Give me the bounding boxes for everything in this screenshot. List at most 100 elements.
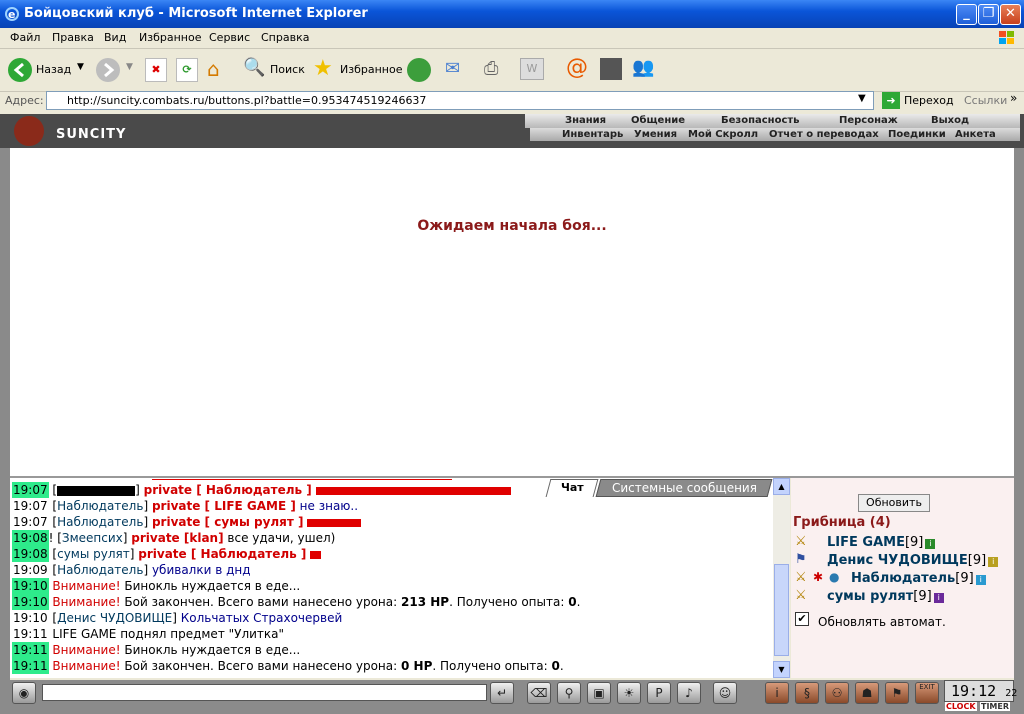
chat-nick[interactable]: Змеепсих (62, 531, 123, 545)
forward-arrow-icon[interactable] (96, 58, 120, 82)
chat-scrollbar[interactable]: ▲ ▼ (773, 478, 790, 678)
private-tag[interactable]: private [ LIFE GAME ] (152, 499, 296, 513)
clock-seconds: 22 (1005, 688, 1018, 699)
nav-character[interactable]: Персонаж (839, 115, 898, 126)
redacted-nick (57, 485, 136, 496)
chat-nick[interactable]: Денис ЧУДОВИЩЕ (57, 611, 172, 625)
private-tag[interactable]: private [ Наблюдатель ] (144, 483, 312, 497)
quest-icon[interactable]: § (795, 682, 819, 704)
research-icon[interactable] (600, 58, 622, 80)
print-icon[interactable]: ⎙ (484, 58, 508, 80)
clock-label[interactable]: CLOCK (945, 702, 977, 711)
go-arrow-icon[interactable]: ➜ (882, 92, 900, 109)
group-icon[interactable]: ⚇ (825, 682, 849, 704)
chat-nick[interactable]: сумы рулят (57, 547, 130, 561)
history-icon[interactable] (407, 58, 431, 82)
maximize-button[interactable]: ❐ (978, 4, 999, 25)
search-icon[interactable]: 🔍 (243, 57, 267, 81)
sound-icon[interactable]: ♪ (677, 682, 701, 704)
refresh-button[interactable]: Обновить (858, 494, 930, 512)
favorites-star-icon[interactable]: ★ (313, 56, 337, 81)
exit-icon[interactable]: EXIT (915, 682, 939, 704)
nav-skills[interactable]: Умения (634, 129, 677, 140)
window-title-bar: e Бойцовский клуб - Microsoft Internet E… (0, 0, 1024, 28)
nav-transfer-report[interactable]: Отчет о переводах (769, 129, 879, 140)
chat-mode-icon[interactable]: ◉ (12, 682, 36, 704)
back-arrow-icon[interactable] (8, 58, 32, 82)
edit-icon[interactable]: W (520, 58, 544, 80)
activity-icon[interactable]: ☀ (617, 682, 641, 704)
smiley-icon[interactable]: ☺ (713, 682, 737, 704)
home-icon[interactable]: ⌂ (207, 57, 231, 81)
go-button-label[interactable]: Переход (904, 94, 954, 107)
game-header: SUNCITY Знания Общение Безопасность Перс… (0, 114, 1024, 148)
forward-dropdown-icon[interactable]: ▼ (126, 62, 133, 72)
user-row: сумы рулят[9] i (827, 589, 944, 604)
info-icon[interactable]: i (765, 682, 789, 704)
favorites-button-label[interactable]: Избранное (340, 63, 402, 76)
links-label[interactable]: Ссылки (964, 94, 1007, 107)
nav-security[interactable]: Безопасность (721, 115, 800, 126)
flag-icon[interactable]: ⚑ (885, 682, 909, 704)
tab-system-messages[interactable]: Системные сообщения (595, 479, 773, 497)
friends-icon[interactable]: ☗ (855, 682, 879, 704)
clear-icon[interactable]: ⌫ (527, 682, 551, 704)
back-dropdown-icon[interactable]: ▼ (77, 62, 84, 72)
private-tag[interactable]: private [klan] (131, 531, 223, 545)
scroll-thumb[interactable] (774, 564, 789, 656)
back-button-label[interactable]: Назад (36, 63, 71, 76)
stop-icon[interactable]: ✖ (145, 58, 167, 82)
nav-communication[interactable]: Общение (631, 115, 685, 126)
chat-nick[interactable]: Наблюдатель (57, 515, 143, 529)
user-info-icon[interactable]: i (975, 575, 986, 585)
chevron-right-icon[interactable]: » (1010, 91, 1017, 105)
timer-label[interactable]: TIMER (980, 702, 1011, 711)
tab-chat[interactable]: Чат (545, 479, 599, 497)
clan-badge-icon: ⚔ (795, 570, 807, 585)
user-info-icon[interactable]: i (988, 557, 999, 567)
address-dropdown-icon[interactable]: ▼ (858, 93, 866, 104)
scroll-up-icon[interactable]: ▲ (773, 478, 790, 495)
clan-badge-icon: ⚑ (795, 552, 807, 567)
private-tag[interactable]: private [ Наблюдатель ] (138, 547, 306, 561)
private-mode-icon[interactable]: P (647, 682, 671, 704)
menu-tools[interactable]: Сервис (209, 31, 250, 44)
menu-help[interactable]: Справка (261, 31, 309, 44)
user-info-icon[interactable]: i (933, 593, 944, 603)
auto-refresh-checkbox[interactable]: ✔ (795, 612, 809, 626)
nav-knowledge[interactable]: Знания (565, 115, 606, 126)
address-input[interactable]: http://suncity.combats.ru/buttons.pl?bat… (46, 91, 874, 110)
scroll-down-icon[interactable]: ▼ (773, 661, 790, 678)
menu-edit[interactable]: Правка (52, 31, 94, 44)
search-button-label[interactable]: Поиск (270, 63, 305, 76)
nav-battles[interactable]: Поединки (888, 129, 946, 140)
mail-icon[interactable]: ✉ (445, 58, 469, 80)
chat-line: 19:07 [] private [ Наблюдатель ] (12, 482, 511, 498)
chat-nick[interactable]: Наблюдатель (57, 499, 143, 513)
save-log-icon[interactable]: ▣ (587, 682, 611, 704)
user-name[interactable]: Денис ЧУДОВИЩЕ (827, 553, 968, 568)
minimize-button[interactable]: _ (956, 4, 977, 25)
user-name[interactable]: LIFE GAME (827, 535, 905, 550)
right-frame-border (1014, 148, 1024, 680)
chat-nick[interactable]: Наблюдатель (57, 563, 143, 577)
chat-input[interactable] (42, 684, 487, 701)
nav-profile[interactable]: Анкета (955, 129, 996, 140)
close-button[interactable]: ✕ (1000, 4, 1021, 25)
menu-view[interactable]: Вид (104, 31, 126, 44)
send-icon[interactable]: ↵ (490, 682, 514, 704)
messenger-at-icon[interactable]: @ (566, 55, 590, 80)
nav-inventory[interactable]: Инвентарь (562, 129, 623, 140)
refresh-icon[interactable]: ⟳ (176, 58, 198, 82)
nav-exit[interactable]: Выход (931, 115, 969, 126)
filter-icon[interactable]: ⚲ (557, 682, 581, 704)
menu-file[interactable]: Файл (10, 31, 40, 44)
injury-icon: ✱ (813, 570, 824, 584)
nav-my-scroll[interactable]: Мой Скролл (688, 129, 758, 140)
user-name[interactable]: сумы рулят (827, 589, 913, 604)
menu-favorites[interactable]: Избранное (139, 31, 201, 44)
user-info-icon[interactable]: i (925, 539, 936, 549)
user-name[interactable]: Наблюдатель (851, 571, 955, 586)
messenger-people-icon[interactable]: 👥 (632, 57, 656, 81)
private-tag[interactable]: private [ сумы рулят ] (152, 515, 304, 529)
